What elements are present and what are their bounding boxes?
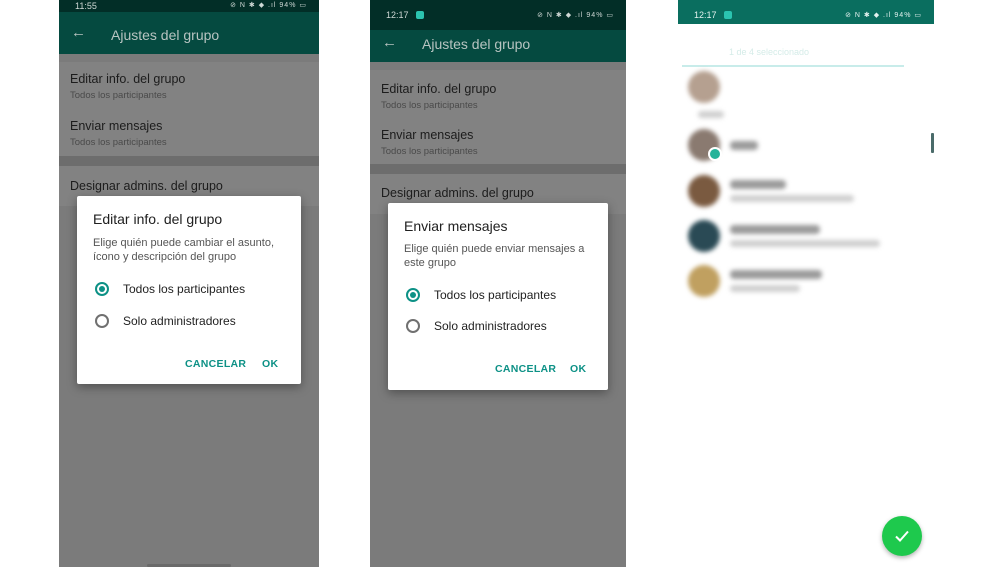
scrollbar[interactable] xyxy=(931,133,934,153)
confirm-fab-button[interactable] xyxy=(882,516,922,556)
status-icons: ⊘ N ✱ ◆ .ıl 94% ▭ xyxy=(230,2,307,9)
radio-selected-icon[interactable] xyxy=(95,282,109,296)
page-title: Ajustes del grupo xyxy=(111,27,220,43)
page-title: Designar admins. del grup xyxy=(728,29,892,45)
radio-unselected-icon[interactable] xyxy=(95,314,109,328)
ok-button[interactable]: OK xyxy=(570,363,586,375)
dialog-message: Elige quién puede cambiar el asunto, íco… xyxy=(93,237,275,263)
app-bar: ← Designar admins. del grup 1 de 4 selec… xyxy=(678,0,934,63)
phone-screen-edit-info: 11:55 ⊘ N ✱ ◆ .ıl 94% ▭ ← Ajustes del gr… xyxy=(59,0,319,567)
arrow-left-icon[interactable]: ← xyxy=(71,24,86,41)
setting-title: Enviar mensajes xyxy=(70,119,163,133)
cancel-button[interactable]: CANCELAR xyxy=(185,358,246,370)
contact-list xyxy=(678,63,934,567)
avatar xyxy=(688,220,720,252)
section-divider xyxy=(59,156,319,166)
radio-unselected-icon[interactable] xyxy=(406,319,420,333)
dialog-title: Editar info. del grupo xyxy=(93,211,223,227)
check-icon xyxy=(708,147,722,161)
setting-subtitle: Todos los participantes xyxy=(381,100,478,111)
check-icon xyxy=(895,530,909,542)
contact-status xyxy=(730,195,854,202)
status-icons: ⊘ N ✱ ◆ .ıl 94% ▭ xyxy=(537,12,614,19)
status-time: 12:17 xyxy=(386,10,409,20)
avatar xyxy=(688,71,720,103)
radio-selected-icon[interactable] xyxy=(406,288,420,302)
status-time: 11:55 xyxy=(75,1,97,11)
selected-contact-chip[interactable] xyxy=(678,67,934,118)
avatar xyxy=(688,265,720,297)
dialog-edit-info: Editar info. del grupo Elige quién puede… xyxy=(77,196,301,384)
list-item[interactable] xyxy=(678,216,934,260)
option-label: Todos los participantes xyxy=(123,282,246,296)
setting-title: Designar admins. del grupo xyxy=(70,179,223,193)
status-bar: 12:17 ⊘ N ✱ ◆ .ıl 94% ▭ xyxy=(370,0,626,30)
setting-subtitle: Todos los participantes xyxy=(70,90,167,101)
search-icon[interactable] xyxy=(910,33,924,47)
list-item[interactable] xyxy=(678,125,934,169)
app-bar: ← Ajustes del grupo xyxy=(59,12,319,54)
setting-subtitle: Todos los participantes xyxy=(70,137,167,148)
cancel-button[interactable]: CANCELAR xyxy=(495,363,556,375)
contact-name xyxy=(730,141,758,150)
contact-name xyxy=(730,225,820,234)
phone-screen-designate-admins: 12:17 ⊘ N ✱ ◆ .ıl 94% ▭ ← Designar admin… xyxy=(678,0,934,567)
option-label: Solo administradores xyxy=(434,319,547,333)
contact-name xyxy=(730,180,786,189)
settings-section: Editar info. del grupo Todos los partici… xyxy=(59,62,319,156)
contact-status xyxy=(730,240,880,247)
settings-section: Editar info. del grupo Todos los partici… xyxy=(370,70,626,164)
dialog-send-messages: Enviar mensajes Elige quién puede enviar… xyxy=(388,203,608,390)
setting-title: Editar info. del grupo xyxy=(381,82,497,96)
selection-count: 1 de 4 seleccionado xyxy=(729,47,810,57)
status-bar: 11:55 ⊘ N ✱ ◆ .ıl 94% ▭ xyxy=(59,0,319,12)
arrow-left-icon[interactable]: ← xyxy=(690,34,705,51)
list-item[interactable] xyxy=(678,261,934,305)
setting-title: Enviar mensajes xyxy=(381,128,474,142)
page-title: Ajustes del grupo xyxy=(422,36,531,52)
contact-name xyxy=(698,111,724,118)
dialog-message: Elige quién puede enviar mensajes a este… xyxy=(404,243,585,269)
dialog-title: Enviar mensajes xyxy=(404,218,508,234)
setting-title: Editar info. del grupo xyxy=(70,72,186,86)
notification-icon xyxy=(416,11,424,19)
option-label: Todos los participantes xyxy=(434,288,557,302)
contact-status xyxy=(730,285,800,292)
section-divider xyxy=(370,164,626,174)
app-bar: ← Ajustes del grupo xyxy=(370,30,626,62)
avatar xyxy=(688,175,720,207)
arrow-left-icon[interactable]: ← xyxy=(382,34,397,51)
setting-subtitle: Todos los participantes xyxy=(381,146,478,157)
option-label: Solo administradores xyxy=(123,314,236,328)
setting-title: Designar admins. del grupo xyxy=(381,186,534,200)
list-item[interactable] xyxy=(678,171,934,215)
ok-button[interactable]: OK xyxy=(262,358,278,370)
phone-screen-send-messages: 12:17 ⊘ N ✱ ◆ .ıl 94% ▭ ← Ajustes del gr… xyxy=(370,0,626,567)
contact-name xyxy=(730,270,822,279)
